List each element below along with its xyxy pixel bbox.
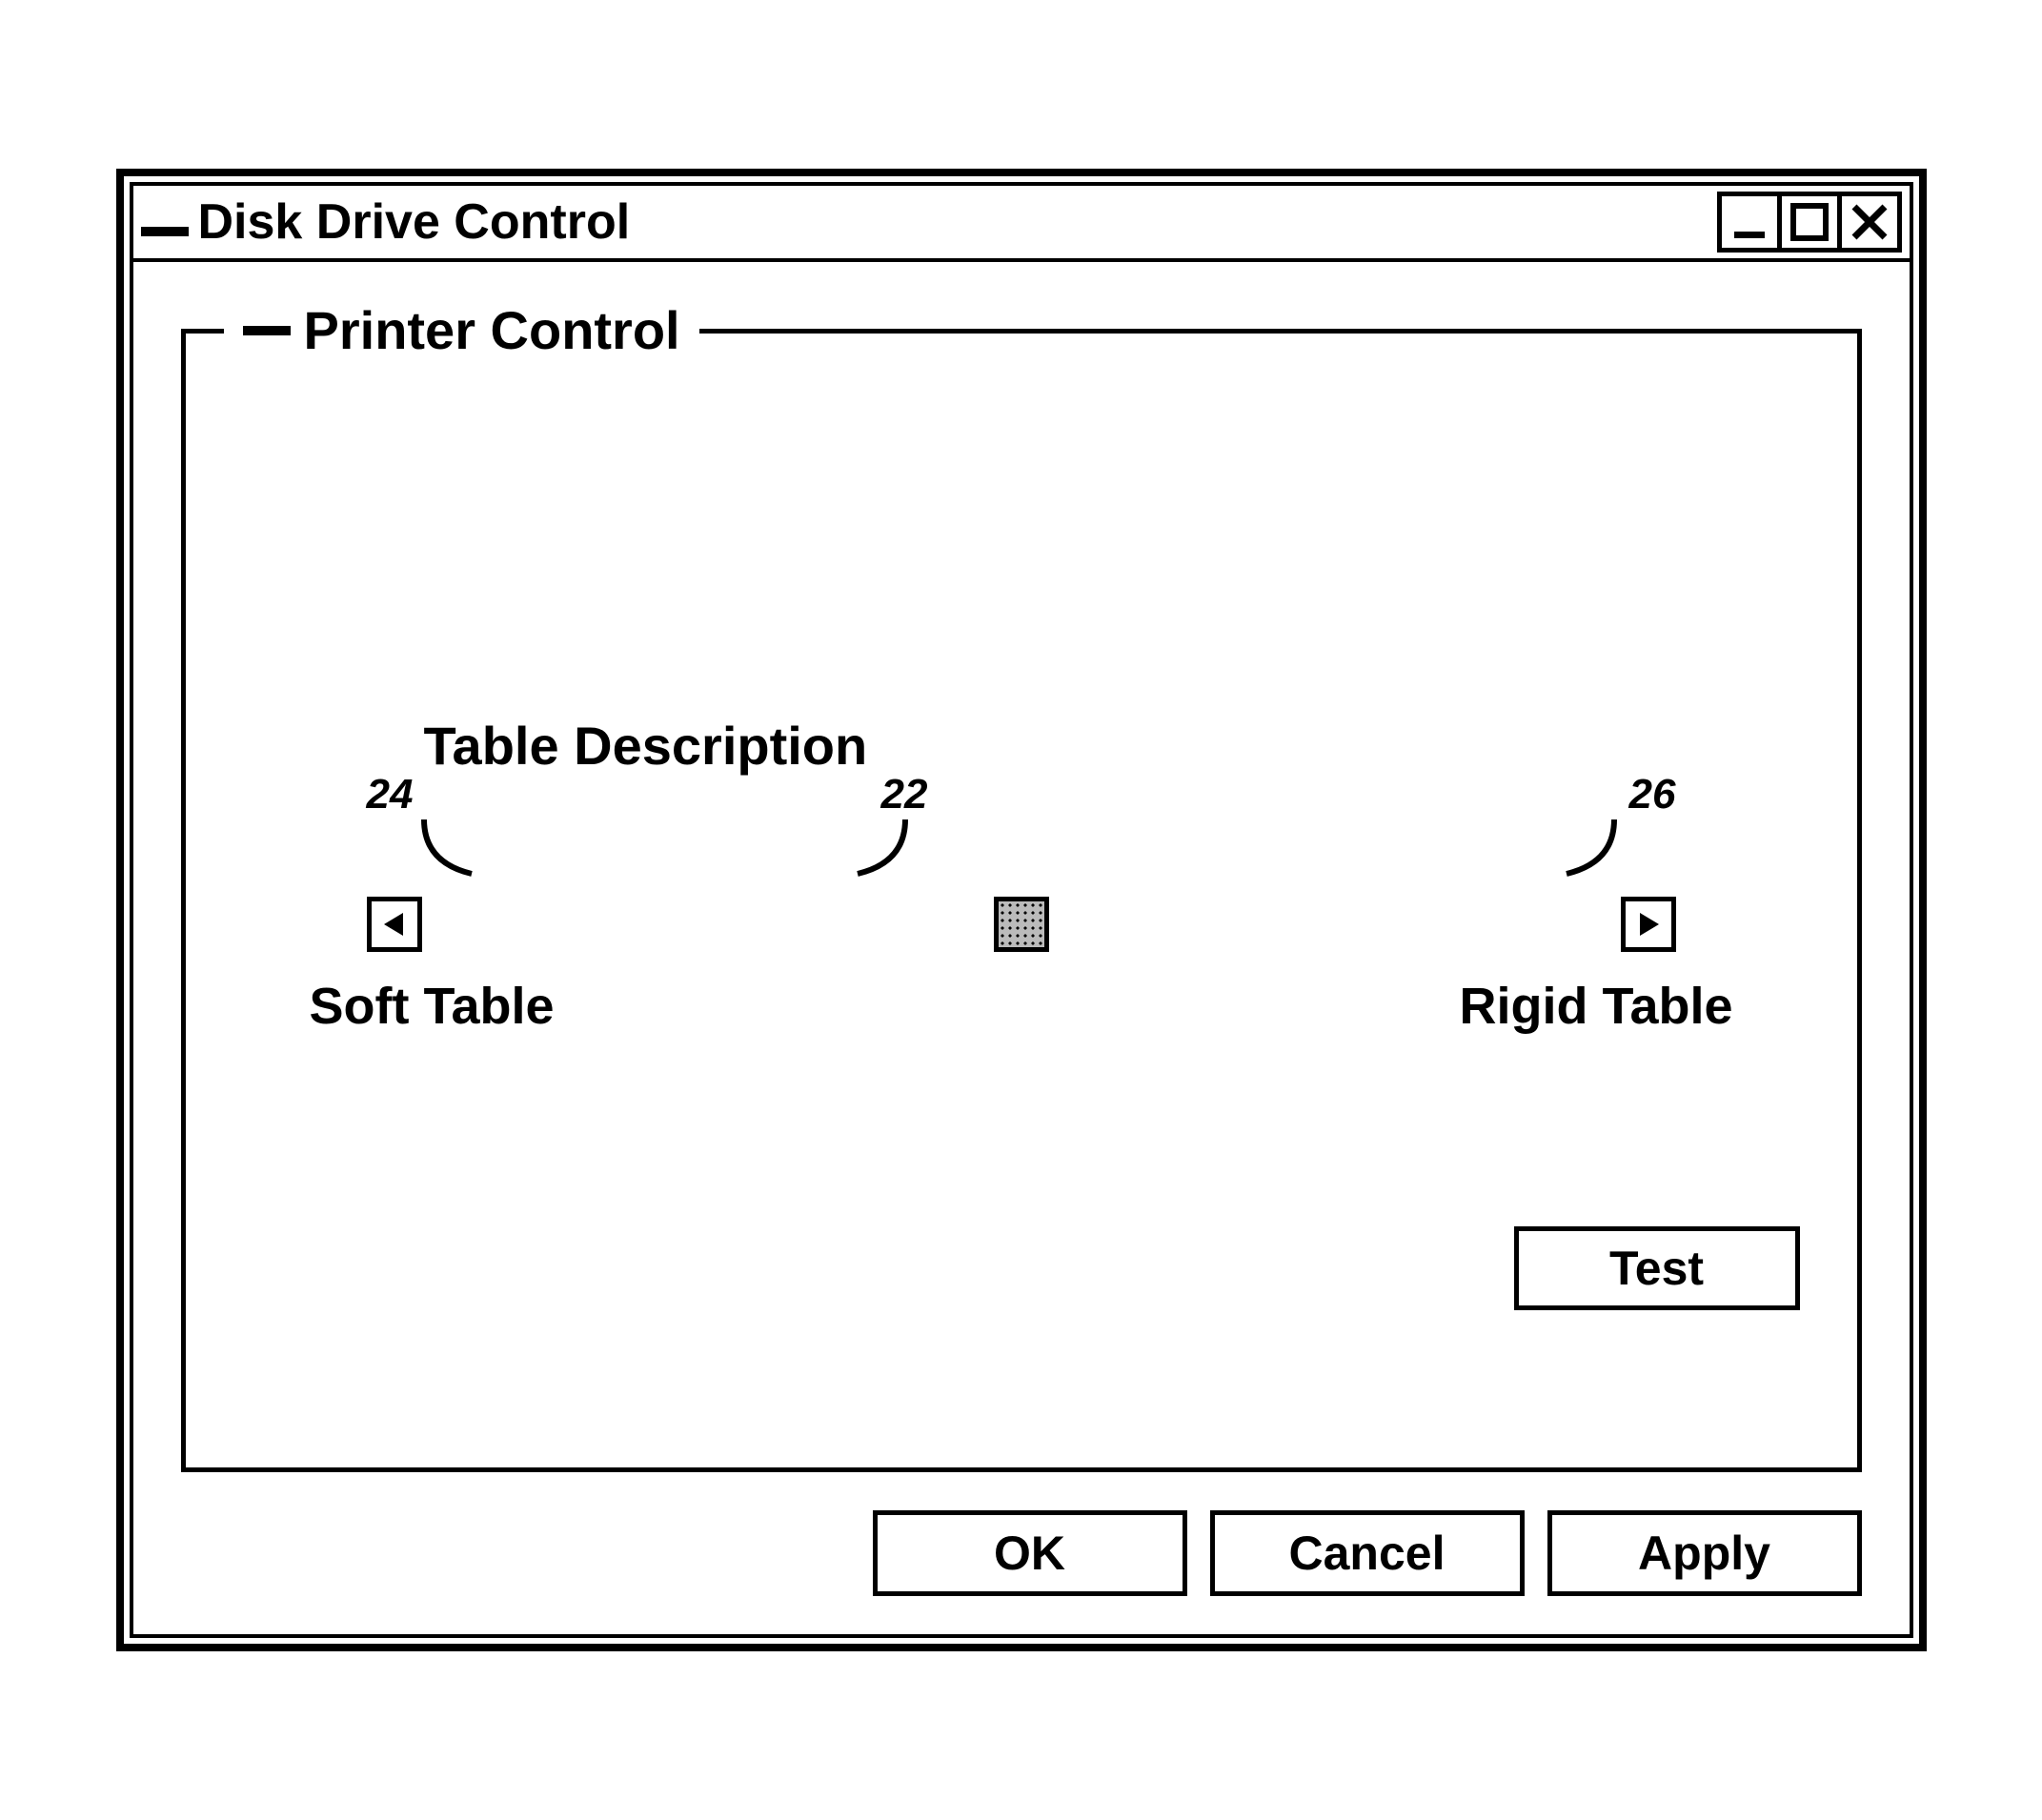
callout-curve-26 xyxy=(1552,815,1628,881)
callout-curve-22 xyxy=(843,815,920,881)
slider-label-left: Soft Table xyxy=(310,977,555,1036)
slider-thumb[interactable] xyxy=(994,897,1049,952)
slider-track[interactable] xyxy=(367,891,1676,958)
cancel-button[interactable]: Cancel xyxy=(1210,1510,1525,1596)
dialog-content: Printer Control Table Description 24 22 xyxy=(133,262,1910,1634)
dialog-inner: Disk Drive Control xyxy=(130,182,1913,1638)
minimize-button[interactable] xyxy=(1717,192,1782,253)
slider-right-arrow-button[interactable] xyxy=(1621,897,1676,952)
maximize-button[interactable] xyxy=(1777,192,1842,253)
title-left: Disk Drive Control xyxy=(141,193,631,251)
callouts: 24 22 26 xyxy=(310,786,1733,891)
titlebar: Disk Drive Control xyxy=(133,186,1910,262)
triangle-right-icon xyxy=(1634,910,1663,939)
window-title: Disk Drive Control xyxy=(198,193,631,251)
dialog-window: Disk Drive Control xyxy=(116,169,1927,1651)
test-button[interactable]: Test xyxy=(1514,1226,1800,1310)
legend-decoration xyxy=(243,326,291,335)
slider-heading: Table Description xyxy=(424,715,1809,777)
apply-button[interactable]: Apply xyxy=(1547,1510,1862,1596)
callout-thumb: 22 xyxy=(881,771,928,819)
slider-left-arrow-button[interactable] xyxy=(367,897,422,952)
test-row: Test xyxy=(233,1226,1800,1310)
triangle-left-icon xyxy=(380,910,409,939)
callout-curve-24 xyxy=(414,815,491,881)
group-legend-text: Printer Control xyxy=(304,299,680,361)
printer-control-group: Printer Control Table Description 24 22 xyxy=(181,329,1862,1472)
callout-left-arrow: 24 xyxy=(367,771,414,819)
ok-button[interactable]: OK xyxy=(873,1510,1187,1596)
slider-labels: Soft Table Rigid Table xyxy=(310,977,1733,1036)
dialog-footer: OK Cancel Apply xyxy=(181,1510,1862,1596)
window-controls xyxy=(1722,192,1902,253)
slider-label-right: Rigid Table xyxy=(1459,977,1732,1036)
callout-right-arrow: 26 xyxy=(1629,771,1676,819)
slider-area: Table Description 24 22 26 xyxy=(233,715,1809,1310)
minimize-icon xyxy=(1729,201,1770,243)
close-button[interactable] xyxy=(1837,192,1902,253)
title-decoration xyxy=(141,227,189,236)
close-icon xyxy=(1849,201,1890,243)
maximize-icon xyxy=(1789,201,1830,243)
group-legend: Printer Control xyxy=(224,299,699,361)
